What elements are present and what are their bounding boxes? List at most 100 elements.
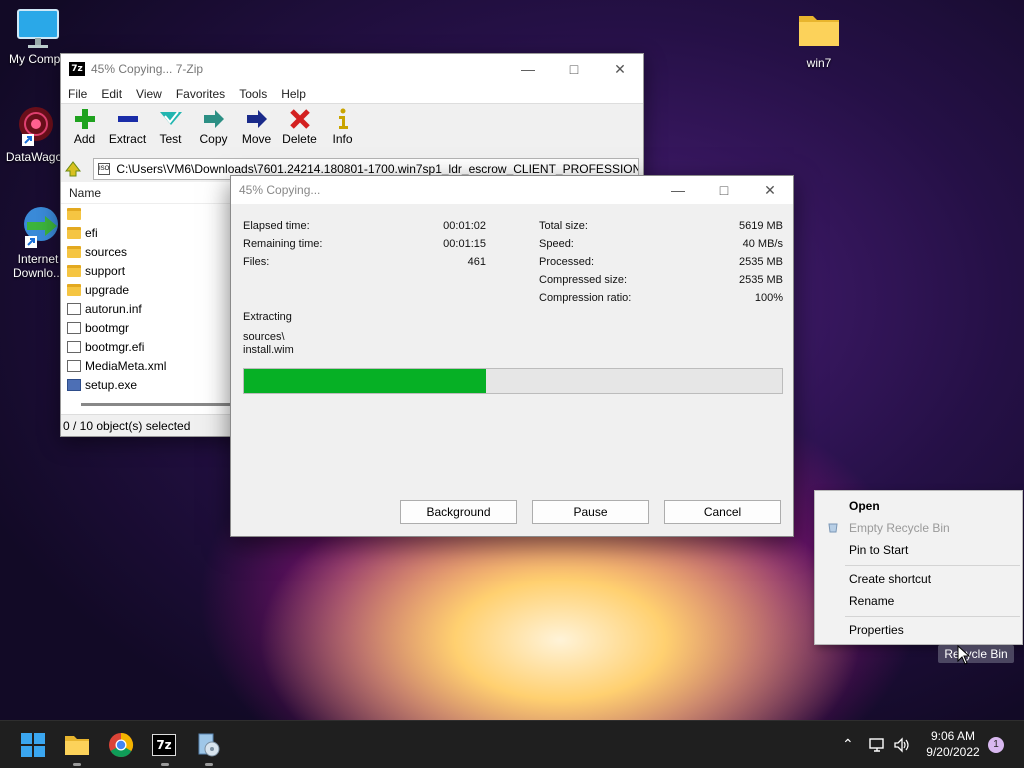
progress-bar-fill [244, 369, 487, 393]
list-item[interactable]: sources [61, 242, 231, 261]
extract-label: Extract [108, 132, 147, 146]
list-item[interactable]: autorun.inf [61, 299, 231, 318]
clock-date[interactable]: 9/20/2022 [922, 745, 984, 759]
menu-item-pin-to-start[interactable]: Pin to Start [849, 543, 908, 557]
chevron-up-icon[interactable]: ⌃ [842, 736, 854, 753]
folder-icon [65, 736, 89, 755]
maximize-button[interactable]: □ [551, 54, 597, 84]
mouse-cursor-icon [957, 645, 971, 665]
up-arrow-icon [64, 160, 82, 176]
taskbar-chrome[interactable] [108, 732, 134, 758]
7zip-app-icon: 7z [152, 734, 176, 756]
menu-help[interactable]: Help [274, 87, 313, 101]
info-icon [338, 108, 348, 129]
volume-icon[interactable] [893, 737, 911, 753]
move-button[interactable]: Move [235, 108, 278, 146]
title-bar[interactable]: 7z 45% Copying... 7-Zip — □ ✕ [61, 54, 643, 84]
menu-favorites[interactable]: Favorites [169, 87, 232, 101]
remaining-time-label: Remaining time: [243, 238, 323, 250]
compression-ratio-value: 100% [754, 292, 783, 304]
current-path-folder: sources\ [243, 331, 285, 343]
clock-time[interactable]: 9:06 AM [926, 729, 980, 743]
menu-tools[interactable]: Tools [232, 87, 274, 101]
delete-x-icon [289, 109, 310, 129]
menu-separator [845, 616, 1020, 617]
close-button[interactable]: ✕ [597, 54, 643, 84]
delete-label: Delete [282, 132, 317, 146]
pause-button[interactable]: Pause [532, 500, 649, 524]
start-button[interactable] [20, 732, 46, 758]
add-label: Add [73, 132, 96, 146]
monitor-icon [17, 9, 59, 48]
datawagon-icon [19, 107, 53, 146]
copy-progress-dialog[interactable]: 45% Copying... — □ ✕ Elapsed time: 00:01… [230, 175, 794, 537]
desktop-icon-win7-folder[interactable]: win7 [781, 10, 857, 70]
horizontal-scrollbar[interactable] [81, 403, 231, 406]
test-label: Test [159, 132, 182, 146]
menu-item-empty-recycle-bin[interactable]: Empty Recycle Bin [849, 521, 950, 535]
file-name: upgrade [85, 282, 130, 297]
move-label: Move [241, 132, 272, 146]
menu-item-open[interactable]: Open [849, 499, 880, 513]
network-icon[interactable] [869, 737, 887, 753]
dialog-maximize-button[interactable]: □ [701, 176, 747, 204]
check-icon [159, 111, 182, 125]
files-value: 461 [467, 256, 486, 268]
folder-icon [67, 226, 81, 239]
up-folder-button[interactable] [61, 159, 85, 180]
dialog-title-bar[interactable]: 45% Copying... — □ ✕ [231, 176, 793, 204]
total-size-value: 5619 MB [738, 220, 783, 232]
copy-label: Copy [199, 132, 228, 146]
list-item[interactable]: setup.exe [61, 375, 231, 394]
copy-button[interactable]: Copy [192, 108, 235, 146]
taskbar-setup-app[interactable] [196, 732, 222, 758]
taskbar-file-explorer[interactable] [64, 732, 90, 758]
files-label: Files: [243, 256, 270, 268]
delete-button[interactable]: Delete [278, 108, 321, 146]
7zip-app-icon: 7z [69, 62, 85, 76]
notification-badge[interactable]: 1 [988, 737, 1004, 753]
extract-button[interactable]: Extract [106, 108, 149, 146]
elapsed-time-label: Elapsed time: [243, 220, 310, 232]
cancel-button[interactable]: Cancel [664, 500, 781, 524]
menu-item-rename[interactable]: Rename [849, 594, 894, 608]
dialog-title: 45% Copying... [239, 183, 321, 197]
list-item[interactable]: MediaMeta.xml [61, 356, 231, 375]
list-item[interactable]: efi [61, 223, 231, 242]
copy-arrow-icon [203, 110, 224, 128]
taskbar-7zip[interactable]: 7z [152, 732, 178, 758]
file-name: autorun.inf [85, 301, 142, 316]
recycle-bin-desktop-label[interactable]: Recycle Bin [938, 645, 1014, 663]
background-button[interactable]: Background [400, 500, 517, 524]
file-name: bootmgr.efi [85, 339, 145, 354]
menu-edit[interactable]: Edit [94, 87, 129, 101]
file-icon [67, 340, 81, 353]
dialog-close-button[interactable]: ✕ [747, 176, 793, 204]
add-button[interactable]: Add [63, 108, 106, 146]
folder-icon [67, 245, 81, 258]
plus-icon [74, 109, 95, 129]
compressed-size-value: 2535 MB [738, 274, 783, 286]
list-item[interactable] [61, 204, 231, 223]
column-header-name[interactable]: Name [61, 182, 231, 204]
list-item[interactable]: upgrade [61, 280, 231, 299]
path-text: C:\Users\VM6\Downloads\7601.24214.180801… [116, 162, 639, 176]
menu-view[interactable]: View [129, 87, 169, 101]
menu-file[interactable]: File [61, 87, 94, 101]
file-name: bootmgr [85, 320, 130, 335]
list-item[interactable]: bootmgr [61, 318, 231, 337]
operation-text: Extracting [243, 311, 292, 323]
list-item[interactable]: support [61, 261, 231, 280]
info-button[interactable]: Info [321, 108, 364, 146]
window-title: 45% Copying... 7-Zip [91, 62, 204, 76]
list-item[interactable]: bootmgr.efi [61, 337, 231, 356]
test-button[interactable]: Test [149, 108, 192, 146]
dialog-minimize-button[interactable]: — [655, 176, 701, 204]
menu-item-create-shortcut[interactable]: Create shortcut [849, 572, 931, 586]
xml-file-icon [67, 359, 81, 372]
toolbar: Add Extract Test Copy Move Delete Info [61, 104, 643, 156]
running-indicator [161, 763, 169, 766]
menu-item-properties[interactable]: Properties [849, 623, 904, 637]
minimize-button[interactable]: — [505, 54, 551, 84]
folder-icon [67, 264, 81, 277]
